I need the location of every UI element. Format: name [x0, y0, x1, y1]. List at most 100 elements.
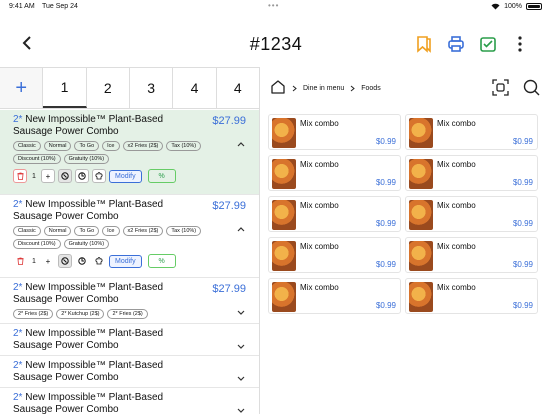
- checklist-button[interactable]: [478, 34, 498, 54]
- percent-button[interactable]: %: [147, 169, 176, 183]
- increment-button[interactable]: +: [41, 169, 55, 183]
- home-button[interactable]: [270, 79, 286, 97]
- menu-item-card[interactable]: Mix combo $0.99: [268, 155, 401, 191]
- chip: Classic: [13, 226, 41, 236]
- tab-3[interactable]: 3: [130, 68, 174, 108]
- search-button[interactable]: [523, 79, 540, 101]
- food-thumbnail: [272, 200, 296, 230]
- chevron-right-icon: [350, 85, 356, 91]
- order-item-name: 2* New Impossible™ Plant-Based Sausage P…: [13, 282, 164, 305]
- chip: x2 Fries (2$): [122, 141, 164, 151]
- menu-item-name: Mix combo: [437, 283, 476, 292]
- order-item-name: 2* New Impossible™ Plant-Based Sausage P…: [13, 199, 164, 222]
- food-thumbnail: [409, 282, 433, 312]
- battery-icon: [526, 3, 542, 10]
- plus-icon: +: [45, 171, 51, 181]
- multitask-dots-icon[interactable]: •••: [268, 1, 279, 10]
- chip: 2* Kutchup (2$): [56, 309, 105, 319]
- chef-hat-icon: [95, 257, 103, 265]
- timer-off-icon: [78, 257, 86, 265]
- order-item-name: 2* New Impossible™ Plant-Based Sausage P…: [13, 328, 164, 351]
- chip: To Go: [74, 141, 100, 151]
- breadcrumb-foods[interactable]: Foods: [361, 85, 380, 92]
- menu-item-name: Mix combo: [300, 242, 339, 251]
- tab-1[interactable]: 1: [43, 68, 87, 108]
- order-item[interactable]: 2* New Impossible™ Plant-Based Sausage P…: [0, 195, 259, 278]
- trash-icon: [17, 172, 23, 180]
- order-list: 2* New Impossible™ Plant-Based Sausage P…: [0, 110, 259, 414]
- food-thumbnail: [409, 118, 433, 148]
- menu-item-name: Mix combo: [300, 201, 339, 210]
- order-item[interactable]: 2* New Impossible™ Plant-Based Sausage P…: [0, 278, 259, 324]
- top-bar: #1234: [0, 20, 552, 66]
- menu-item-card[interactable]: Mix combo $0.99: [405, 196, 538, 232]
- tab-5[interactable]: 4: [217, 68, 259, 108]
- menu-item-price: $0.99: [512, 301, 533, 310]
- delete-button[interactable]: [13, 254, 27, 268]
- timer-button[interactable]: [58, 254, 72, 268]
- modify-button[interactable]: Modify: [109, 254, 142, 268]
- clock-icon: [61, 257, 69, 265]
- breadcrumb-dine-in-menu[interactable]: Dine in menu: [303, 85, 344, 92]
- scan-button[interactable]: [492, 79, 509, 101]
- chef-button[interactable]: [92, 169, 106, 183]
- menu-item-price: $0.99: [375, 301, 396, 310]
- chevron-down-icon[interactable]: [237, 342, 245, 351]
- food-thumbnail: [272, 159, 296, 189]
- add-tab-button[interactable]: +: [0, 68, 44, 108]
- chevron-down-icon[interactable]: [237, 406, 245, 414]
- menu-item-card[interactable]: Mix combo $0.99: [405, 114, 538, 150]
- chevron-up-icon[interactable]: [237, 140, 245, 149]
- tab-2[interactable]: 2: [87, 68, 130, 108]
- menu-item-price: $0.99: [512, 219, 533, 228]
- chip: Tax (10%): [166, 141, 202, 151]
- menu-item-card[interactable]: Mix combo $0.99: [268, 114, 401, 150]
- chevron-down-icon[interactable]: [237, 374, 245, 383]
- modify-button[interactable]: Modify: [109, 169, 142, 183]
- discount-clock-button[interactable]: [75, 169, 89, 183]
- order-item[interactable]: 2* New Impossible™ Plant-Based Sausage P…: [0, 110, 259, 195]
- menu-grid: Mix combo $0.99 Mix combo $0.99 Mix combo $…: [268, 114, 544, 314]
- menu-item-card[interactable]: Mix combo $0.99: [405, 155, 538, 191]
- quantity-value: 1: [32, 172, 36, 180]
- print-button[interactable]: [446, 34, 466, 54]
- order-item[interactable]: 2* New Impossible™ Plant-Based Sausage P…: [0, 356, 259, 388]
- menu-item-card[interactable]: Mix combo $0.99: [268, 278, 401, 314]
- more-options-button[interactable]: [510, 34, 530, 54]
- bookmark-button[interactable]: [414, 34, 434, 54]
- chevron-up-icon[interactable]: [237, 225, 245, 234]
- chevron-down-icon[interactable]: [237, 308, 245, 317]
- chip: Discount (10%): [13, 239, 61, 249]
- menu-item-name: Mix combo: [437, 160, 476, 169]
- menu-item-card[interactable]: Mix combo $0.99: [268, 196, 401, 232]
- increment-button[interactable]: +: [41, 254, 55, 268]
- timer-button[interactable]: [58, 169, 72, 183]
- food-thumbnail: [409, 159, 433, 189]
- menu-item-card[interactable]: Mix combo $0.99: [405, 278, 538, 314]
- menu-item-price: $0.99: [375, 219, 396, 228]
- order-item[interactable]: 2* New Impossible™ Plant-Based Sausage P…: [0, 324, 259, 356]
- menu-item-price: $0.99: [512, 137, 533, 146]
- menu-item-price: $0.99: [375, 260, 396, 269]
- menu-item-card[interactable]: Mix combo $0.99: [268, 237, 401, 273]
- chef-button[interactable]: [92, 254, 106, 268]
- delete-button[interactable]: [13, 169, 27, 183]
- menu-item-price: $0.99: [512, 260, 533, 269]
- food-thumbnail: [409, 200, 433, 230]
- order-actions: 1 + Modify %: [13, 169, 246, 183]
- percent-button[interactable]: %: [147, 254, 176, 268]
- printer-icon: [448, 36, 464, 52]
- chip: Normal: [43, 226, 72, 236]
- menu-item-card[interactable]: Mix combo $0.99: [405, 237, 538, 273]
- menu-item-name: Mix combo: [437, 119, 476, 128]
- chip: Ice: [102, 226, 120, 236]
- more-vertical-icon: [518, 36, 522, 52]
- food-thumbnail: [409, 241, 433, 271]
- order-item[interactable]: 2* New Impossible™ Plant-Based Sausage P…: [0, 388, 259, 414]
- tab-4[interactable]: 4: [173, 68, 217, 108]
- discount-clock-button[interactable]: [75, 254, 89, 268]
- modifier-chips: 2* Fries (2$) 2* Kutchup (2$) 2* Fries (…: [13, 309, 223, 319]
- bookmark-icon: [417, 36, 431, 53]
- status-date: Tue Sep 24: [42, 3, 78, 10]
- chip: Gratuity (10%): [63, 239, 110, 249]
